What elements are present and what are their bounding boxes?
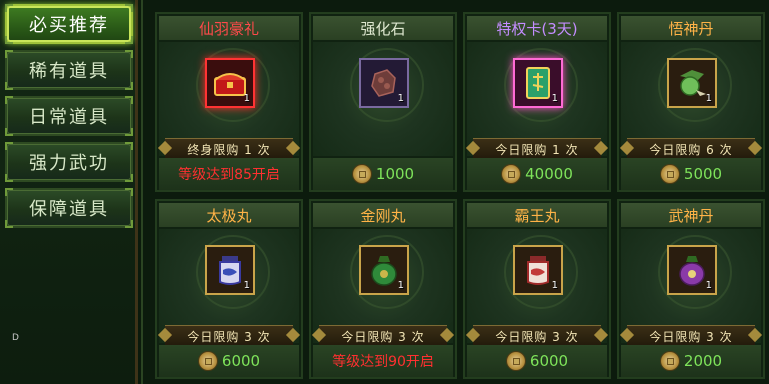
purchase-limit: 今日限购 6 次 xyxy=(627,138,755,160)
item-price: 6000 xyxy=(221,352,261,370)
copper-coin-icon xyxy=(197,351,218,371)
unlock-requirement: 等级达到85开启 xyxy=(178,167,280,183)
red-treasure-chest-icon xyxy=(214,73,246,96)
purple-gourd-icon xyxy=(679,256,705,286)
shop-item-card[interactable]: 霸王丸 1 今日限购 3 次 6000 xyxy=(463,199,611,379)
purchase-limit: 今日限购 3 次 xyxy=(473,325,601,347)
card-footer: 2000 xyxy=(621,345,761,377)
purchase-limit: 今日限购 3 次 xyxy=(319,325,447,347)
tab-label: 必买推荐 xyxy=(29,15,109,36)
copper-coin-icon xyxy=(501,164,522,184)
item-title: 强化石 xyxy=(313,16,453,40)
item-title: 武神丹 xyxy=(621,203,761,227)
sidebar-marker: D xyxy=(12,333,19,343)
item-title: 霸王丸 xyxy=(467,203,607,227)
tab-label: 保障道具 xyxy=(29,199,109,220)
card-footer: 1000 xyxy=(313,158,453,190)
item-icon-frame[interactable]: 1 xyxy=(513,58,563,108)
tab-label: 稀有道具 xyxy=(29,61,109,82)
item-quantity: 1 xyxy=(397,280,404,291)
herb-pill-icon xyxy=(680,70,706,96)
item-price: 1000 xyxy=(375,165,415,183)
card-footer: 等级达到85开启 xyxy=(159,158,299,190)
item-quantity: 1 xyxy=(243,280,250,291)
shop-item-card[interactable]: 太极丸 1 今日限购 3 次 6000 xyxy=(155,199,303,379)
tab-protection-items[interactable]: 保障道具 xyxy=(5,188,133,228)
item-icon-frame[interactable]: 1 xyxy=(205,58,255,108)
item-title: 悟神丹 xyxy=(621,16,761,40)
shop-item-card[interactable]: 武神丹 1 今日限购 3 次 2000 xyxy=(617,199,765,379)
copper-coin-icon xyxy=(659,351,680,371)
tab-label: 日常道具 xyxy=(29,107,109,128)
item-icon-frame[interactable]: 1 xyxy=(359,245,409,295)
copper-coin-icon xyxy=(505,351,526,371)
shop-item-card[interactable]: 特权卡(3天) 1 今日限购 1 次 40000 xyxy=(463,12,611,192)
tab-rare-items[interactable]: 稀有道具 xyxy=(5,50,133,90)
item-title: 特权卡(3天) xyxy=(467,16,607,40)
item-icon-frame[interactable]: 1 xyxy=(513,245,563,295)
privilege-card-icon xyxy=(526,67,550,99)
item-quantity: 1 xyxy=(243,93,250,104)
item-price: 40000 xyxy=(525,165,573,183)
unlock-requirement: 等级达到90开启 xyxy=(332,354,434,370)
blue-jar-icon xyxy=(219,256,241,285)
card-footer: 6000 xyxy=(467,345,607,377)
copper-coin-icon xyxy=(659,164,680,184)
item-title: 仙羽豪礼 xyxy=(159,16,299,40)
copper-coin-icon xyxy=(351,164,372,184)
purchase-limit: 今日限购 3 次 xyxy=(165,325,293,347)
item-title: 金刚丸 xyxy=(313,203,453,227)
item-quantity: 1 xyxy=(705,280,712,291)
card-footer: 6000 xyxy=(159,345,299,377)
item-icon-frame[interactable]: 1 xyxy=(667,245,717,295)
shop-item-card[interactable]: 悟神丹 1 今日限购 6 次 5000 xyxy=(617,12,765,192)
shop-item-card[interactable]: 仙羽豪礼 1 终身限购 1 次 等级达到85开启 xyxy=(155,12,303,192)
tab-must-buy[interactable]: 必买推荐 xyxy=(5,4,133,44)
card-footer: 5000 xyxy=(621,158,761,190)
tab-label: 强力武功 xyxy=(29,153,109,174)
card-footer: 40000 xyxy=(467,158,607,190)
item-quantity: 1 xyxy=(551,280,558,291)
card-footer: 等级达到90开启 xyxy=(313,345,453,377)
item-quantity: 1 xyxy=(705,93,712,104)
tab-daily-items[interactable]: 日常道具 xyxy=(5,96,133,136)
item-icon-frame[interactable]: 1 xyxy=(205,245,255,295)
purchase-limit: 终身限购 1 次 xyxy=(165,138,293,160)
green-gourd-icon xyxy=(371,256,397,286)
red-jar-icon xyxy=(527,256,549,285)
item-icon-frame[interactable]: 1 xyxy=(359,58,409,108)
shop-item-card[interactable]: 金刚丸 1 今日限购 3 次 等级达到90开启 xyxy=(309,199,457,379)
item-price: 6000 xyxy=(529,352,569,370)
shop-item-card[interactable]: 强化石 1 1000 xyxy=(309,12,457,192)
item-icon-frame[interactable]: 1 xyxy=(667,58,717,108)
item-price: 2000 xyxy=(683,352,723,370)
shop-grid: 仙羽豪礼 1 终身限购 1 次 等级达到85开启 强化石 1 1000 特权卡(… xyxy=(141,0,769,384)
purchase-limit: 今日限购 3 次 xyxy=(627,325,755,347)
purchase-limit: 今日限购 1 次 xyxy=(473,138,601,160)
category-sidebar: 必买推荐 稀有道具 日常道具 强力武功 保障道具 D xyxy=(0,0,138,384)
strengthen-stone-icon xyxy=(371,69,396,97)
tab-martial-arts[interactable]: 强力武功 xyxy=(5,142,133,182)
item-title: 太极丸 xyxy=(159,203,299,227)
item-quantity: 1 xyxy=(551,93,558,104)
item-quantity: 1 xyxy=(397,93,404,104)
item-price: 5000 xyxy=(683,165,723,183)
